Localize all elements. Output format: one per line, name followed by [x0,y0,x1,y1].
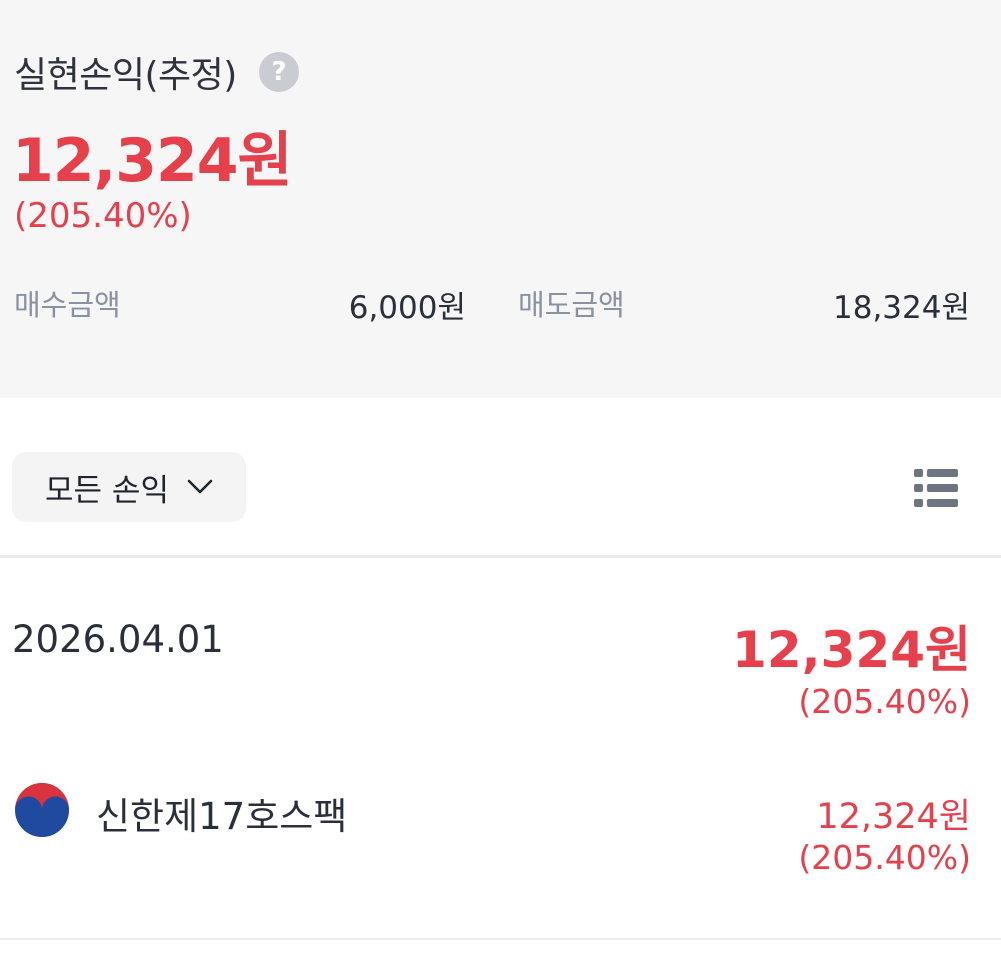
total-profit-rate: (205.40%) [14,196,192,236]
stock-profit-rate: (205.40%) [798,838,971,877]
realized-profit-summary: 실현손익(추정) ? 12,324원 (205.40%) 매수금액 6,000원… [0,0,1001,398]
question-mark-icon[interactable]: ? [258,52,299,92]
stock-profit-amount: 12,324원 [816,797,971,837]
summary-title-row: 실현손익(추정) ? [14,46,299,98]
list-view-icon[interactable] [914,468,958,508]
filter-label: 모든 손익 [45,472,169,509]
entry-date: 2026.04.01 [12,618,224,661]
entry-rate: (205.40%) [798,682,971,721]
chevron-down-icon [187,479,213,494]
total-profit-amount: 12,324원 [12,126,293,196]
buy-amount-value: 6,000원 [348,290,466,326]
buy-amount-label: 매수금액 [14,288,121,322]
stock-name: 신한제17호스팩 [96,795,348,838]
section-divider [0,555,1001,558]
korea-flag-icon [15,783,69,837]
sell-amount-value: 18,324원 [833,290,970,326]
filter-bar: 모든 손익 [0,398,1001,556]
sell-amount-label: 매도금액 [518,288,625,322]
bottom-divider [0,938,1001,940]
profit-filter-dropdown[interactable]: 모든 손익 [12,452,246,522]
summary-title: 실현손익(추정) [14,55,237,96]
entry-amount: 12,324원 [732,621,971,679]
